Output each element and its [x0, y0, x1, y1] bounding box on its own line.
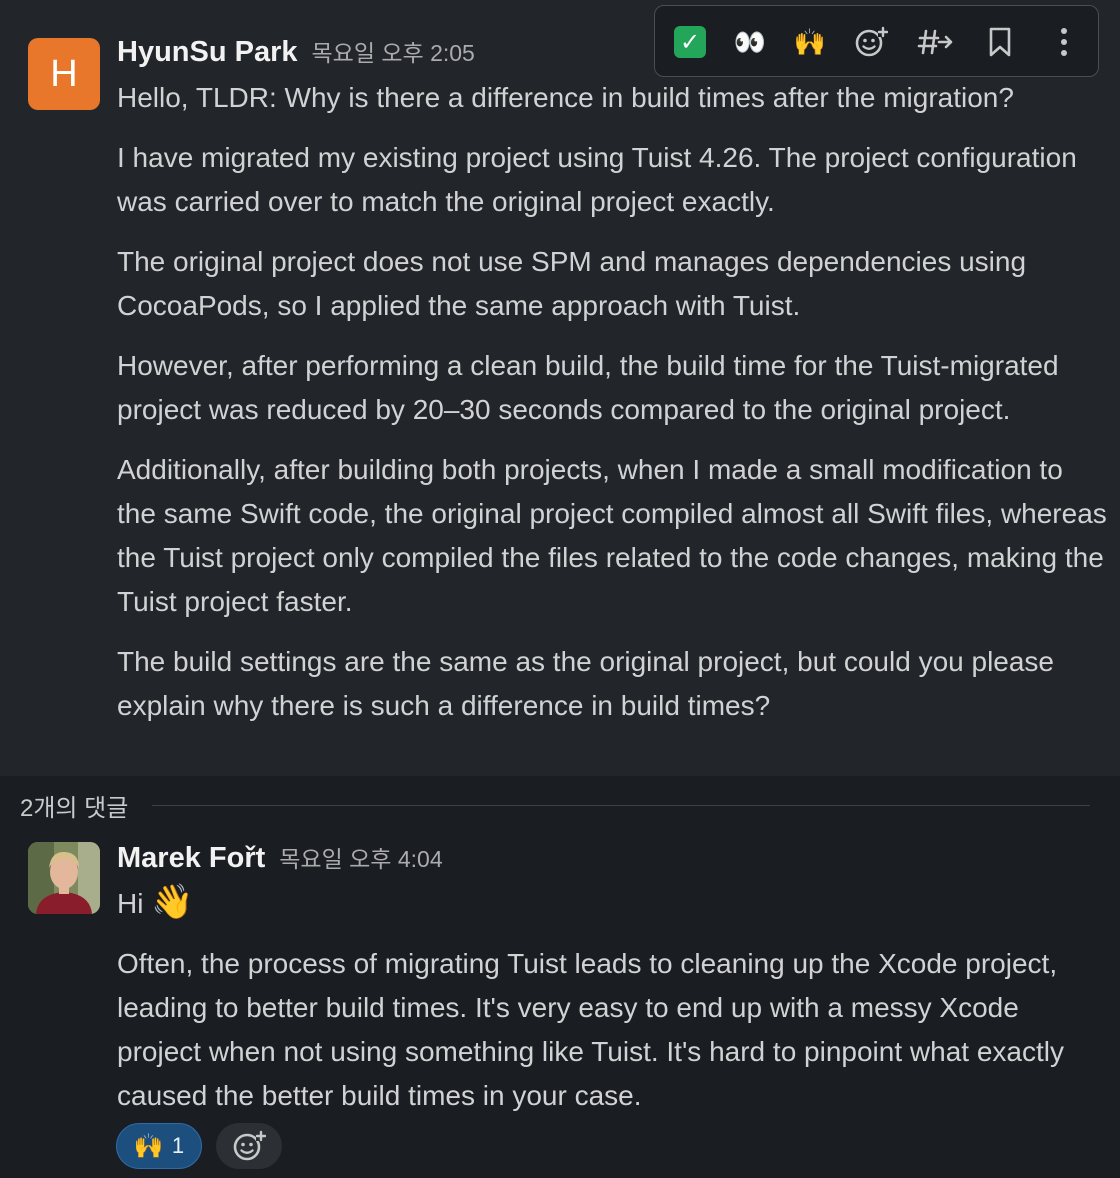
author-name[interactable]: Marek Fořt: [117, 842, 265, 875]
message-body: Hello, TLDR: Why is there a difference i…: [117, 76, 1107, 744]
message-actions-toolbar: ✓ 👀 🙌: [654, 5, 1099, 77]
message-paragraph: Hello, TLDR: Why is there a difference i…: [117, 82, 1014, 113]
reply-count-label: 2개의 댓글: [20, 794, 129, 822]
reaction-bar: 🙌 1: [116, 1123, 282, 1169]
message-paragraph: Hi 👋: [117, 880, 1107, 926]
message-timestamp[interactable]: 목요일 오후 4:04: [279, 840, 442, 874]
profile-photo: [28, 842, 100, 914]
check-mark-icon: ✓: [674, 26, 706, 58]
react-check-button[interactable]: ✓: [671, 23, 709, 61]
avatar[interactable]: H: [28, 38, 100, 110]
raised-hands-icon: 🙌: [133, 1132, 164, 1160]
add-reaction-button[interactable]: [216, 1123, 282, 1169]
forward-to-channel-button[interactable]: [916, 23, 954, 61]
bookmark-icon: [989, 27, 1011, 57]
add-reaction-button[interactable]: [852, 23, 890, 61]
avatar[interactable]: [28, 842, 100, 914]
add-emoji-icon: [855, 26, 888, 57]
greeting-text: Hi: [117, 888, 144, 919]
save-for-later-button[interactable]: [981, 23, 1019, 61]
slack-thread-view: H HyunSu Park 목요일 오후 2:05 Hello, TLDR: W…: [0, 0, 1120, 1178]
message-paragraph: The build settings are the same as the o…: [117, 646, 1055, 721]
hash-forward-icon: [917, 29, 953, 55]
eyes-icon: 👀: [733, 26, 767, 57]
waving-hand-icon: 👋: [151, 883, 194, 921]
react-eyes-button[interactable]: 👀: [731, 23, 769, 61]
more-vertical-icon: [1061, 28, 1067, 56]
more-actions-button[interactable]: [1045, 23, 1083, 61]
add-emoji-icon: [233, 1130, 266, 1161]
raised-hands-icon: 🙌: [793, 26, 827, 57]
divider-line: [152, 804, 1090, 806]
message-timestamp[interactable]: 목요일 오후 2:05: [312, 34, 475, 68]
reply-body: Hi 👋 Often, the process of migrating Tui…: [117, 880, 1107, 1134]
replies-divider: 2개의 댓글: [20, 788, 1090, 822]
react-raised-hands-button[interactable]: 🙌: [791, 23, 829, 61]
message-paragraph: Additionally, after building both projec…: [117, 454, 1107, 617]
message-paragraph: However, after performing a clean build,…: [117, 350, 1059, 425]
reaction-count: 1: [171, 1133, 185, 1158]
reply-header: Marek Fořt 목요일 오후 4:04: [117, 840, 443, 875]
message-paragraph: The original project does not use SPM an…: [117, 246, 1027, 321]
message-paragraph: I have migrated my existing project usin…: [117, 142, 1077, 217]
message-paragraph: Often, the process of migrating Tuist le…: [117, 948, 1064, 1111]
reaction-raised-hands-button[interactable]: 🙌 1: [116, 1123, 202, 1169]
root-message[interactable]: H HyunSu Park 목요일 오후 2:05 Hello, TLDR: W…: [0, 0, 1120, 776]
author-name[interactable]: HyunSu Park: [117, 36, 298, 69]
message-header: HyunSu Park 목요일 오후 2:05: [117, 34, 475, 69]
avatar-initial: H: [50, 52, 78, 95]
